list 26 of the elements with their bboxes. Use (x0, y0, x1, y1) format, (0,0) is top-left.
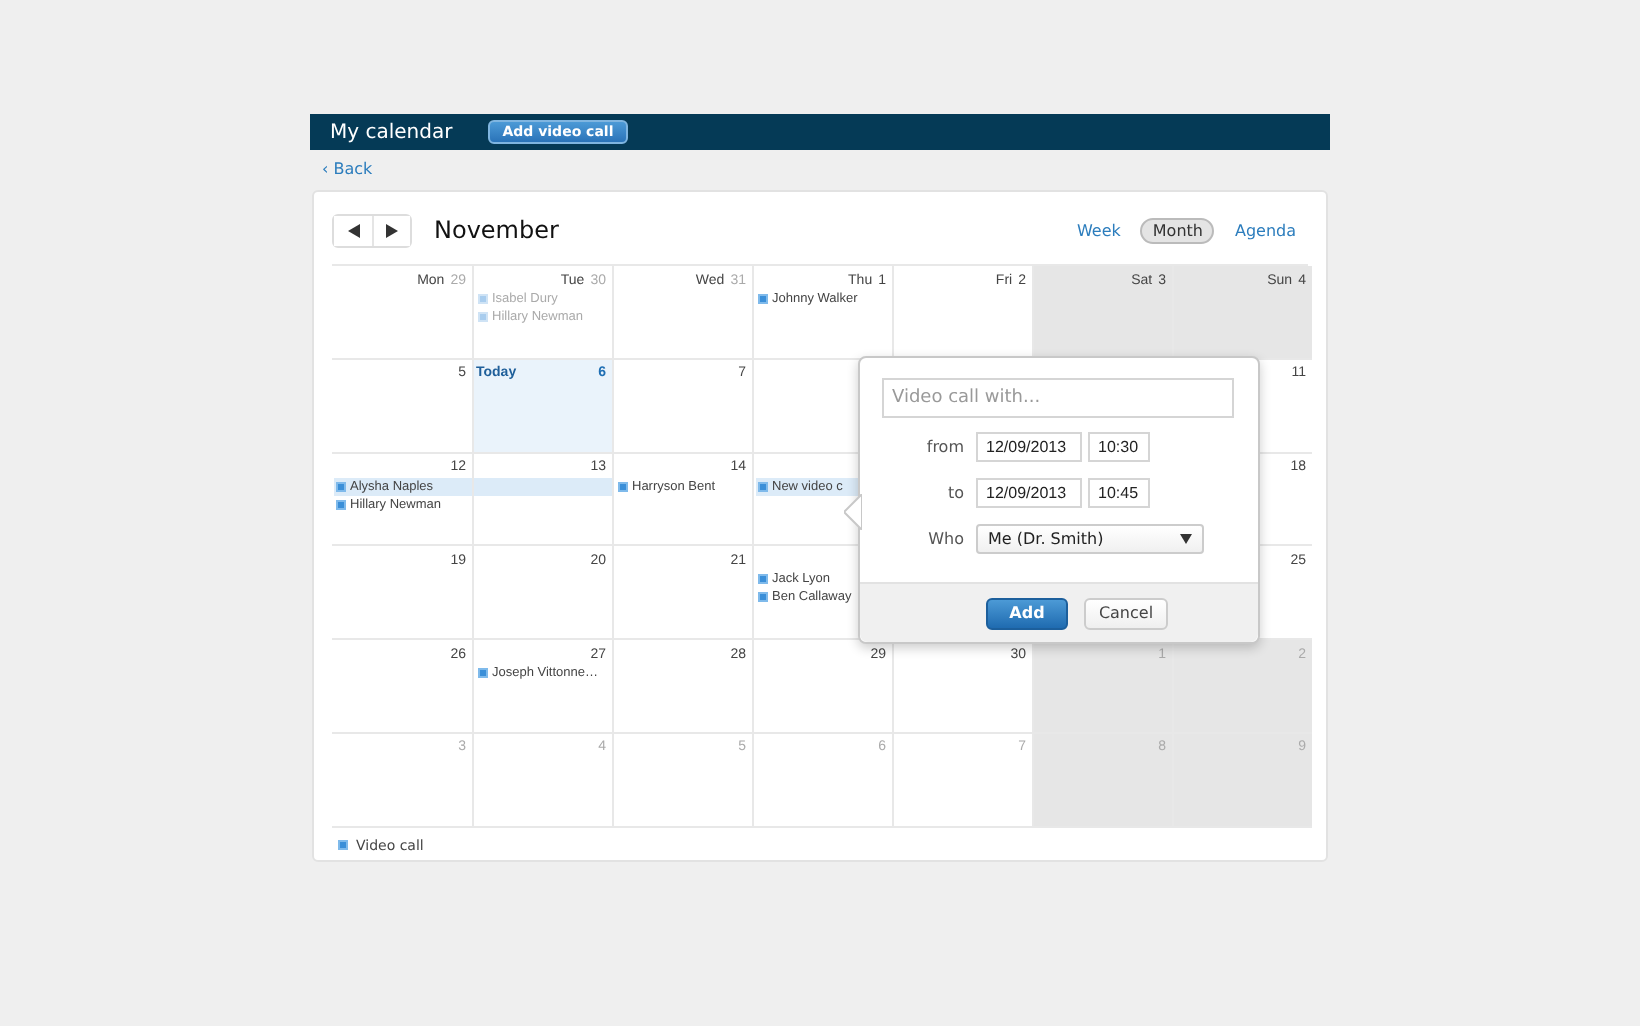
to-label: to (945, 484, 964, 502)
add-button[interactable]: Add (986, 597, 1068, 629)
view-tab[interactable]: Week (1064, 217, 1133, 243)
video-call-icon (478, 668, 488, 679)
view-tab[interactable]: Agenda (1222, 217, 1308, 243)
view-tab[interactable]: Month (1140, 217, 1215, 243)
right-triangle-icon (386, 223, 398, 237)
video-call-icon (618, 481, 628, 492)
from-date-field[interactable]: 12/09/2013 (976, 432, 1082, 462)
video-call-icon (758, 294, 768, 304)
app-title: My calendar (330, 121, 453, 143)
who-label: Who (926, 530, 964, 548)
who-dropdown[interactable]: Me (Dr. Smith) (976, 524, 1204, 554)
participant-field[interactable]: Video call with... (882, 378, 1234, 418)
cancel-button[interactable]: Cancel (1084, 597, 1168, 629)
from-label: from (924, 438, 964, 456)
next-button[interactable] (372, 215, 410, 245)
to-date-field[interactable]: 12/09/2013 (976, 478, 1082, 508)
video-call-icon (758, 481, 768, 492)
from-time-field[interactable]: 10:30 (1088, 432, 1150, 462)
month-title: November (434, 216, 559, 244)
dropdown-caret-icon (1180, 534, 1192, 544)
left-triangle-icon (347, 223, 359, 237)
back-link[interactable]: ‹ Back (322, 160, 1640, 180)
video-call-icon (338, 840, 348, 851)
to-time-field[interactable]: 10:45 (1088, 478, 1150, 508)
